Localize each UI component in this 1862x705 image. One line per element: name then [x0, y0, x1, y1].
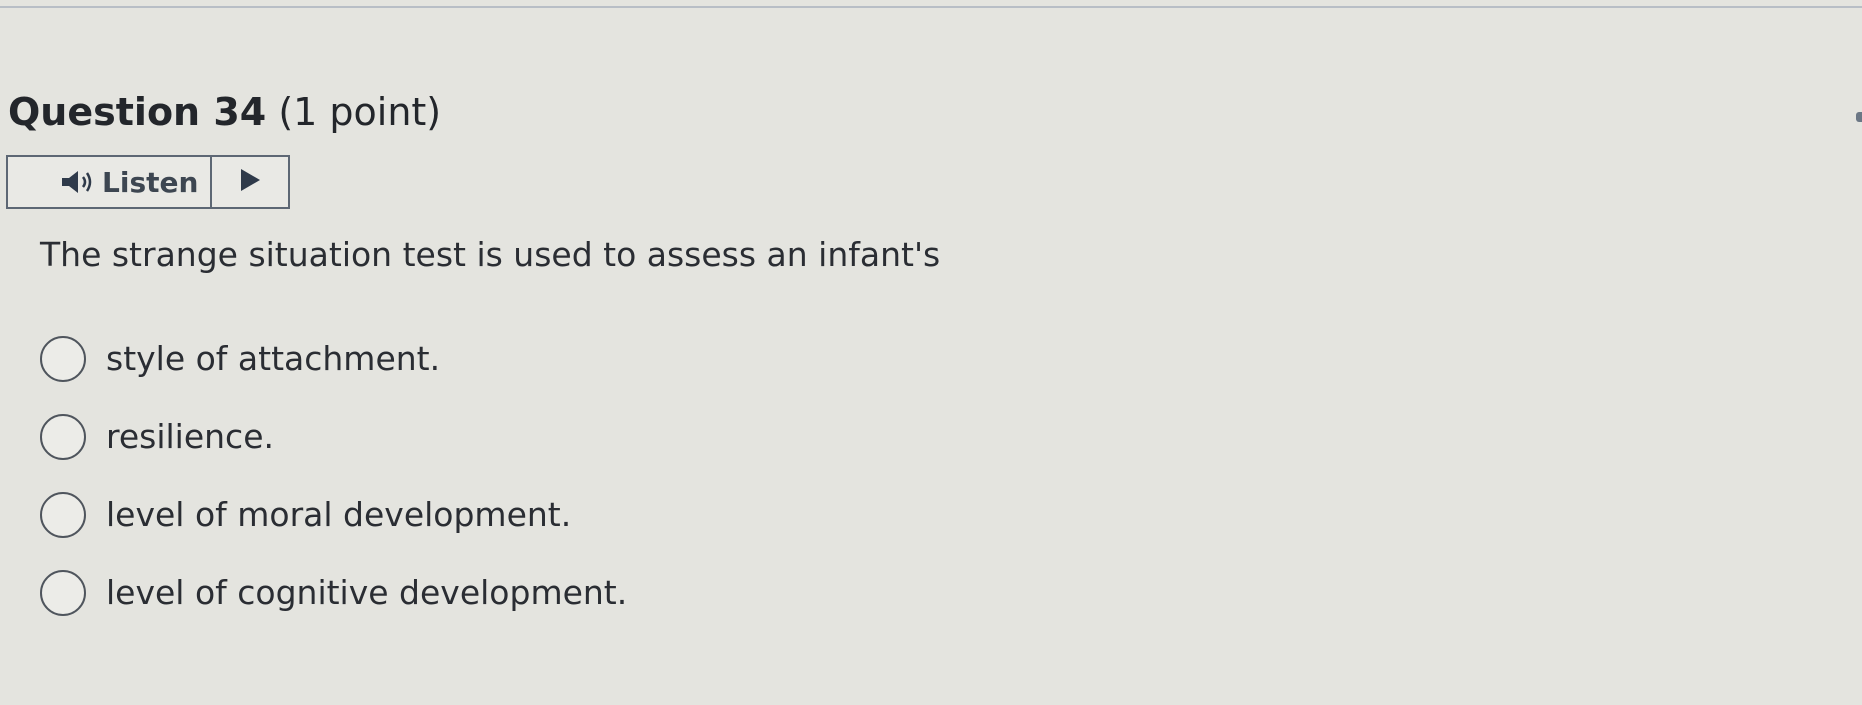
- answer-option-2[interactable]: resilience.: [40, 414, 274, 460]
- listen-label: Listen: [102, 165, 199, 199]
- answer-option-label: level of cognitive development.: [106, 573, 628, 612]
- radio-button[interactable]: [40, 336, 86, 382]
- edge-marker: [1856, 112, 1862, 122]
- question-points: (1 point): [278, 90, 442, 134]
- top-divider: [0, 6, 1862, 8]
- answer-option-4[interactable]: level of cognitive development.: [40, 570, 627, 616]
- play-button[interactable]: [212, 157, 288, 207]
- question-title: Question 34: [8, 90, 267, 134]
- radio-button[interactable]: [40, 492, 86, 538]
- listen-button[interactable]: Listen: [8, 157, 212, 207]
- answer-option-1[interactable]: style of attachment.: [40, 336, 440, 382]
- radio-button[interactable]: [40, 570, 86, 616]
- speaker-icon: [60, 167, 96, 197]
- question-header: Question 34 (1 point): [8, 88, 441, 136]
- answer-option-label: resilience.: [106, 417, 274, 456]
- answer-option-label: level of moral development.: [106, 495, 572, 534]
- radio-button[interactable]: [40, 414, 86, 460]
- answer-option-3[interactable]: level of moral development.: [40, 492, 571, 538]
- listen-widget: Listen: [6, 155, 290, 209]
- answer-option-label: style of attachment.: [106, 339, 441, 378]
- play-icon: [238, 167, 262, 197]
- question-text: The strange situation test is used to as…: [40, 235, 941, 274]
